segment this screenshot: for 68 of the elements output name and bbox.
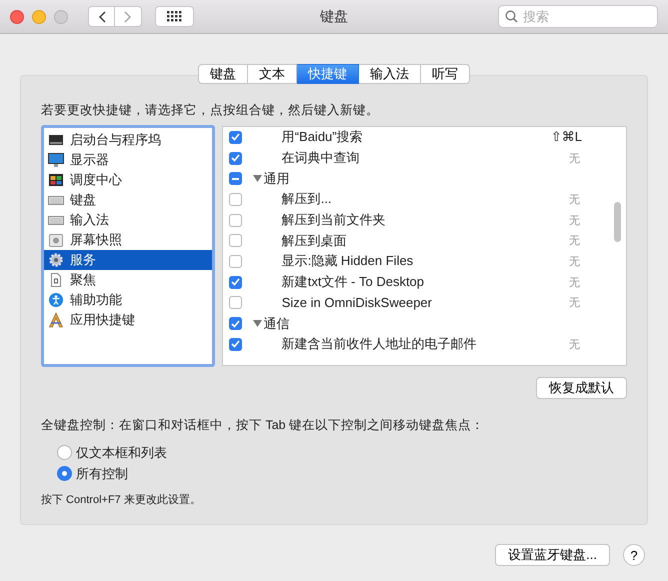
service-label: 新建txt文件 - To Desktop: [282, 273, 424, 292]
service-label: 解压到...: [282, 190, 332, 208]
close-button[interactable]: [10, 10, 24, 24]
checkbox[interactable]: [228, 276, 242, 289]
service-label: 显示:隐藏 Hidden Files: [282, 252, 414, 270]
service-label: 解压到桌面: [282, 232, 347, 250]
checkbox[interactable]: [228, 254, 242, 268]
monitor-icon: [48, 152, 64, 168]
tab[interactable]: 快捷键: [297, 64, 359, 84]
tab[interactable]: 键盘: [198, 64, 248, 84]
checkbox[interactable]: [228, 214, 242, 227]
show-all-button[interactable]: [155, 6, 194, 27]
checkbox[interactable]: [228, 234, 242, 248]
checkbox[interactable]: [228, 172, 242, 186]
document-icon: [48, 272, 64, 288]
checkbox[interactable]: [228, 338, 242, 351]
category-item[interactable]: 输入法: [44, 210, 212, 230]
service-label: Size in OmniDiskSweeper: [282, 295, 432, 310]
category-item[interactable]: 显示器: [44, 150, 212, 170]
instruction-text: 若要更改快捷键，请选择它，点按组合键，然后键入新键。: [41, 102, 380, 119]
search-icon: [505, 10, 518, 23]
expanded-triangle-icon[interactable]: [252, 320, 262, 328]
windows-icon: [48, 172, 64, 188]
radio-label: 所有控制: [76, 464, 128, 482]
checkbox[interactable]: [228, 192, 242, 206]
checkbox[interactable]: [228, 152, 242, 165]
category-item[interactable]: 应用快捷键: [44, 310, 212, 330]
category-item[interactable]: 屏幕快照: [44, 230, 212, 250]
radio-button[interactable]: [57, 445, 72, 460]
search-field[interactable]: 搜索: [498, 5, 658, 28]
chevron-left-icon: [98, 10, 106, 22]
category-item[interactable]: 辅助功能: [44, 290, 212, 310]
dock-icon: [48, 132, 64, 148]
chevron-right-icon: [124, 10, 132, 22]
service-label: 用“Baidu”搜索: [282, 128, 363, 146]
gear-icon: [48, 252, 64, 268]
tab[interactable]: 听写: [421, 64, 470, 84]
group-label: 通信: [264, 314, 290, 333]
service-label: 在词典中查询: [282, 149, 360, 168]
category-item[interactable]: 服务: [44, 250, 212, 270]
category-item[interactable]: 启动台与程序坞: [44, 130, 212, 150]
grid-icon: [167, 11, 182, 22]
group-label: 通用: [264, 170, 290, 188]
checkbox[interactable]: [228, 317, 242, 330]
camera-icon: [48, 232, 64, 248]
category-item[interactable]: 键盘: [44, 190, 212, 210]
checkbox[interactable]: [228, 130, 242, 144]
hint-text: 按下 Control+F7 来更改此设置。: [41, 493, 202, 507]
help-button[interactable]: ?: [623, 544, 645, 566]
accessibility-icon: [48, 292, 64, 308]
restore-defaults-button[interactable]: 恢复成默认: [536, 377, 627, 399]
bluetooth-keyboard-button[interactable]: 设置蓝牙键盘...: [495, 544, 610, 566]
category-item[interactable]: 聚焦: [44, 270, 212, 290]
full-keyboard-text: 全键盘控制：在窗口和对话框中，按下 Tab 键在以下控制之间移动键盘焦点：: [41, 417, 486, 434]
expanded-triangle-icon[interactable]: [252, 175, 262, 182]
back-button[interactable]: [88, 6, 115, 27]
window-title: 键盘: [320, 8, 348, 24]
radio-button[interactable]: [57, 466, 72, 481]
shortcut-text[interactable]: ⇧⌘L: [550, 129, 582, 146]
category-item[interactable]: 调度中心: [44, 170, 212, 190]
service-label: 新建含当前收件人地址的电子邮件: [282, 335, 477, 354]
tab[interactable]: 文本: [248, 64, 297, 84]
compass-tools-icon: [48, 312, 64, 328]
tab[interactable]: 输入法: [359, 64, 421, 84]
radio-label: 仅文本框和列表: [76, 444, 167, 462]
scroll-thumb[interactable]: [614, 202, 621, 242]
checkbox[interactable]: [228, 296, 242, 310]
service-label: 解压到当前文件夹: [282, 211, 386, 230]
